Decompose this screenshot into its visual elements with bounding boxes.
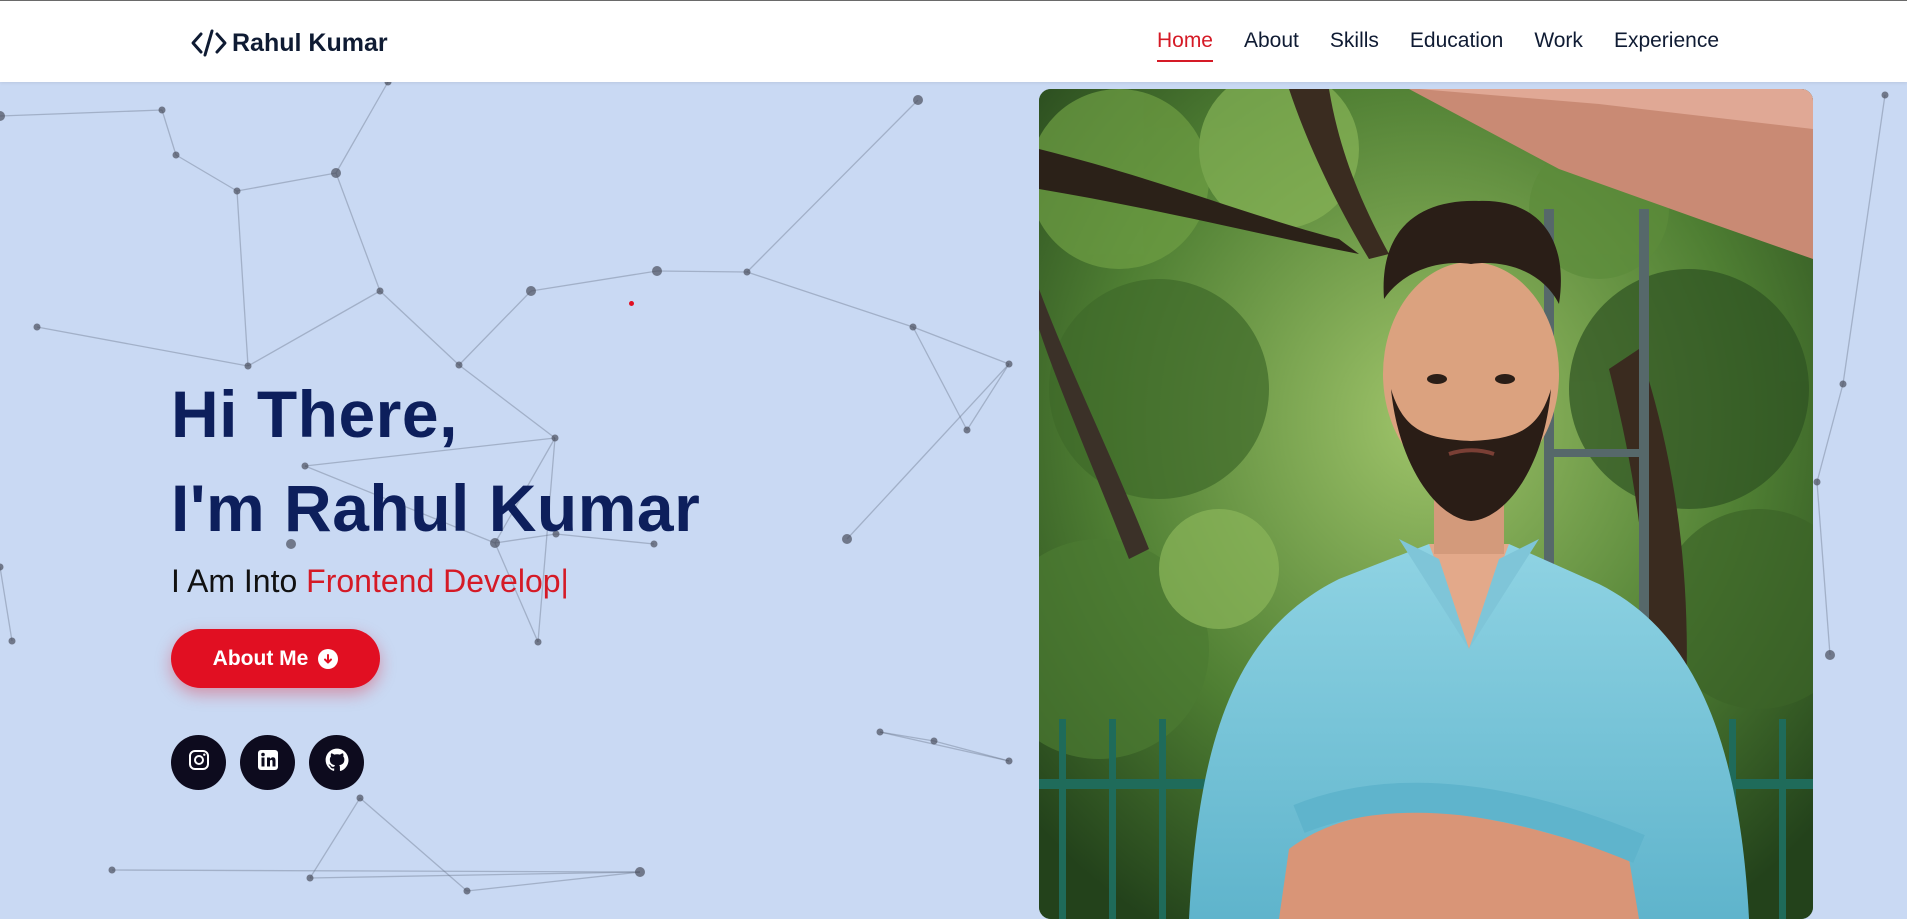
social-links bbox=[171, 735, 364, 790]
nav-home[interactable]: Home bbox=[1156, 29, 1214, 62]
network-link bbox=[1816, 481, 1831, 656]
network-link bbox=[309, 797, 361, 879]
hero-intro: Hi There, I'm Rahul Kumar I Am Into Fron… bbox=[171, 367, 700, 790]
network-link bbox=[458, 290, 532, 366]
network-link bbox=[335, 82, 389, 174]
about-me-button[interactable]: About Me bbox=[171, 629, 380, 688]
network-node bbox=[1813, 478, 1821, 486]
main-nav: Home About Skills Education Work Experie… bbox=[1156, 29, 1719, 62]
logo-link[interactable]: Rahul Kumar bbox=[190, 25, 388, 61]
cursor-dot bbox=[629, 301, 634, 306]
network-node bbox=[8, 637, 16, 645]
nav-experience[interactable]: Experience bbox=[1614, 29, 1719, 59]
network-node bbox=[1005, 360, 1013, 368]
instagram-link[interactable] bbox=[171, 735, 226, 790]
network-node bbox=[233, 187, 241, 195]
network-node bbox=[1825, 650, 1835, 660]
network-node bbox=[356, 794, 364, 802]
instagram-icon bbox=[187, 748, 211, 777]
network-node bbox=[1005, 757, 1013, 765]
network-link bbox=[966, 363, 1010, 431]
network-link bbox=[879, 731, 1010, 762]
network-link bbox=[0, 566, 13, 642]
network-node bbox=[331, 168, 341, 178]
network-node bbox=[842, 534, 852, 544]
github-link[interactable] bbox=[309, 735, 364, 790]
logo-text: Rahul Kumar bbox=[232, 28, 388, 57]
profile-photo bbox=[1039, 89, 1813, 919]
network-link bbox=[912, 326, 1010, 365]
linkedin-icon bbox=[256, 748, 280, 777]
network-node bbox=[743, 268, 751, 276]
network-node bbox=[108, 866, 116, 874]
greeting-line: Hi There, bbox=[171, 377, 458, 451]
nav-skills[interactable]: Skills bbox=[1330, 29, 1379, 59]
network-node bbox=[913, 95, 923, 105]
typing-tagline: I Am Into Frontend Develop| bbox=[171, 563, 700, 600]
network-link bbox=[746, 271, 914, 328]
network-link bbox=[111, 869, 641, 873]
network-node bbox=[534, 638, 542, 646]
network-node bbox=[930, 737, 938, 745]
network-node bbox=[306, 874, 314, 882]
nav-work[interactable]: Work bbox=[1534, 29, 1583, 59]
network-node bbox=[158, 106, 166, 114]
network-link bbox=[1816, 383, 1844, 483]
code-icon bbox=[190, 28, 228, 58]
nav-education[interactable]: Education bbox=[1410, 29, 1503, 59]
network-node bbox=[652, 266, 662, 276]
network-link bbox=[0, 109, 163, 117]
network-node bbox=[376, 287, 384, 295]
hero-section: Hi There, I'm Rahul Kumar I Am Into Fron… bbox=[0, 82, 1907, 919]
arrow-down-circle-icon bbox=[318, 648, 339, 669]
network-link bbox=[36, 326, 249, 367]
network-node bbox=[172, 151, 180, 159]
network-link bbox=[1842, 94, 1886, 385]
typing-cursor: | bbox=[560, 563, 569, 599]
network-link bbox=[912, 326, 968, 431]
network-link bbox=[846, 363, 1010, 540]
tagline-role: Frontend Develop bbox=[306, 563, 561, 599]
network-link bbox=[656, 270, 748, 273]
hero-heading: Hi There, I'm Rahul Kumar bbox=[171, 367, 700, 555]
network-node bbox=[963, 426, 971, 434]
network-node bbox=[909, 323, 917, 331]
network-link bbox=[236, 190, 249, 367]
github-icon bbox=[324, 747, 350, 778]
network-node bbox=[384, 82, 392, 86]
network-link bbox=[530, 270, 658, 292]
network-node bbox=[635, 867, 645, 877]
network-link bbox=[335, 172, 381, 292]
network-link bbox=[236, 172, 337, 192]
network-node bbox=[463, 887, 471, 895]
about-me-label: About Me bbox=[212, 646, 309, 670]
network-link bbox=[379, 290, 460, 366]
linkedin-link[interactable] bbox=[240, 735, 295, 790]
network-link bbox=[247, 290, 381, 367]
network-link bbox=[175, 154, 238, 192]
network-node bbox=[876, 728, 884, 736]
network-node bbox=[1839, 380, 1847, 388]
network-node bbox=[0, 111, 5, 121]
network-node bbox=[1881, 91, 1889, 99]
network-node bbox=[526, 286, 536, 296]
site-header: Rahul Kumar Home About Skills Education … bbox=[0, 1, 1907, 82]
network-link bbox=[161, 109, 177, 156]
tagline-prefix: I Am Into bbox=[171, 563, 307, 599]
network-node bbox=[0, 563, 4, 571]
profile-photo-illustration bbox=[1039, 89, 1813, 919]
name-line: I'm Rahul Kumar bbox=[171, 471, 701, 545]
nav-about[interactable]: About bbox=[1244, 29, 1299, 59]
network-link bbox=[746, 99, 919, 273]
network-node bbox=[33, 323, 41, 331]
